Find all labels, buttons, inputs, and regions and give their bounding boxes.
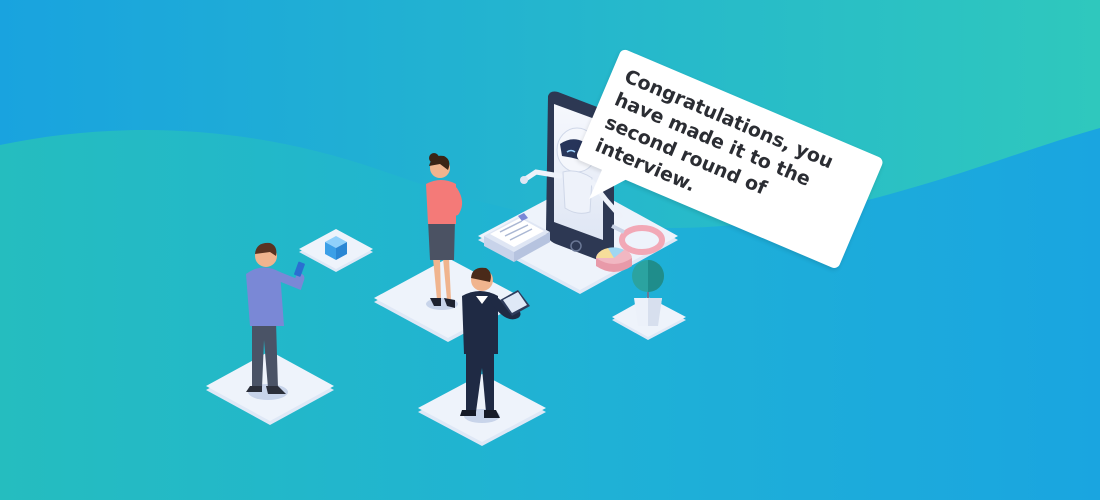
illustration-scene bbox=[0, 0, 1100, 500]
